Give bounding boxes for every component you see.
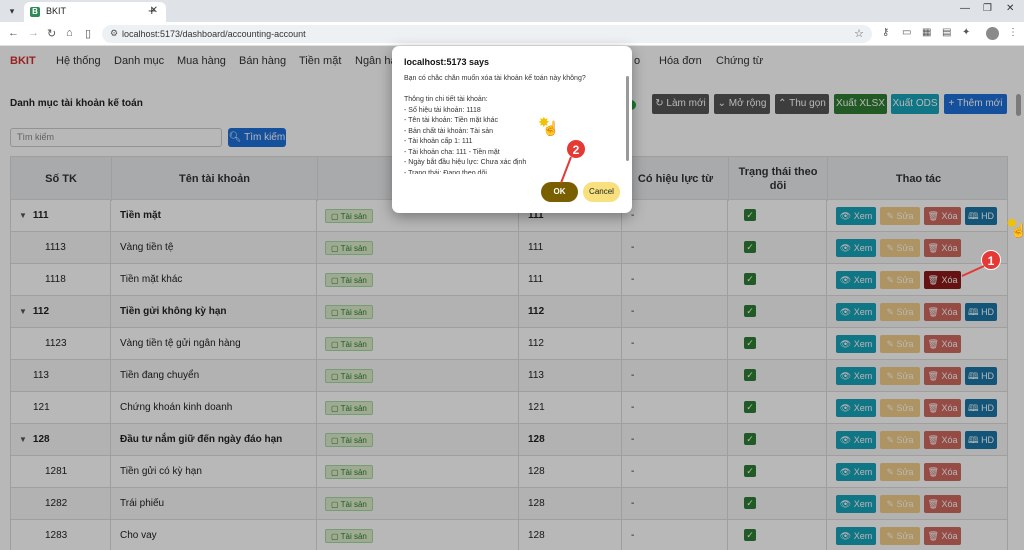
dialog-line: [404, 85, 614, 96]
table-extension-icon[interactable]: ▤: [942, 27, 951, 38]
extensions-puzzle-icon[interactable]: ✦: [962, 27, 970, 38]
url-text: localhost:5173/dashboard/accounting-acco…: [122, 29, 306, 39]
dialog-message: Bạn có chắc chắn muốn xóa tài khoản kế t…: [404, 74, 614, 174]
dialog-line: Thông tin chi tiết tài khoản:: [404, 96, 488, 103]
password-key-icon[interactable]: ⚷: [882, 27, 889, 38]
forward-icon[interactable]: →: [28, 27, 39, 39]
dialog-scrollbar[interactable]: [626, 76, 629, 161]
split-view-icon[interactable]: ▯: [85, 27, 91, 40]
dialog-line: - Trạng thái: Đang theo dõi: [404, 169, 487, 175]
new-tab-icon[interactable]: +: [148, 3, 156, 18]
minimize-icon[interactable]: —: [960, 3, 970, 14]
url-field[interactable]: ⚙ localhost:5173/dashboard/accounting-ac…: [102, 25, 872, 43]
bookmark-star-icon[interactable]: ☆: [854, 27, 864, 40]
tab-title: BKIT: [46, 6, 67, 16]
cancel-button[interactable]: Cancel: [583, 182, 620, 202]
profile-avatar[interactable]: [986, 27, 999, 40]
dialog-title: localhost:5173 says: [404, 57, 490, 67]
dialog-line: - Tên tài khoản: Tiền mặt khác: [404, 117, 499, 124]
step-marker-1: 1: [981, 250, 1001, 270]
dialog-line: - Ngày bắt đầu hiệu lực: Chưa xác định: [404, 159, 527, 166]
step-marker-2: 2: [566, 139, 586, 159]
address-toolbar: ← → ↻ ⌂ ▯ ⚙ localhost:5173/dashboard/acc…: [0, 22, 1024, 46]
hand-cursor-icon: ☝: [542, 120, 560, 136]
site-info-icon[interactable]: ⚙: [110, 28, 118, 39]
card-icon[interactable]: ▭: [902, 27, 911, 38]
back-icon[interactable]: ←: [8, 27, 19, 39]
page-scrollbar[interactable]: [1016, 94, 1021, 116]
browser-tab-bar: ▾ B BKIT ✕ + — ❐ ✕: [0, 0, 1024, 22]
dialog-line: Bạn có chắc chắn muốn xóa tài khoản kế t…: [404, 75, 586, 82]
close-window-icon[interactable]: ✕: [1006, 3, 1014, 14]
ok-button[interactable]: OK: [541, 182, 578, 202]
browser-menu-icon[interactable]: ⋮: [1008, 27, 1018, 38]
restore-icon[interactable]: ❐: [983, 3, 992, 14]
favicon-icon: B: [30, 7, 40, 17]
confirm-dialog: localhost:5173 says Bạn có chắc chắn muố…: [392, 46, 632, 213]
dialog-line: - Số hiệu tài khoản: 1118: [404, 106, 481, 114]
home-icon[interactable]: ⌂: [66, 27, 73, 39]
hand-cursor-icon-2: ☝: [1010, 222, 1024, 238]
calendar-icon[interactable]: ▦: [922, 27, 931, 38]
reload-icon[interactable]: ↻: [47, 27, 56, 40]
browser-tab[interactable]: B BKIT ✕: [24, 2, 166, 22]
tab-list-icon[interactable]: ▾: [4, 3, 20, 19]
dialog-line: - Bản chất tài khoản: Tài sản: [404, 127, 493, 135]
